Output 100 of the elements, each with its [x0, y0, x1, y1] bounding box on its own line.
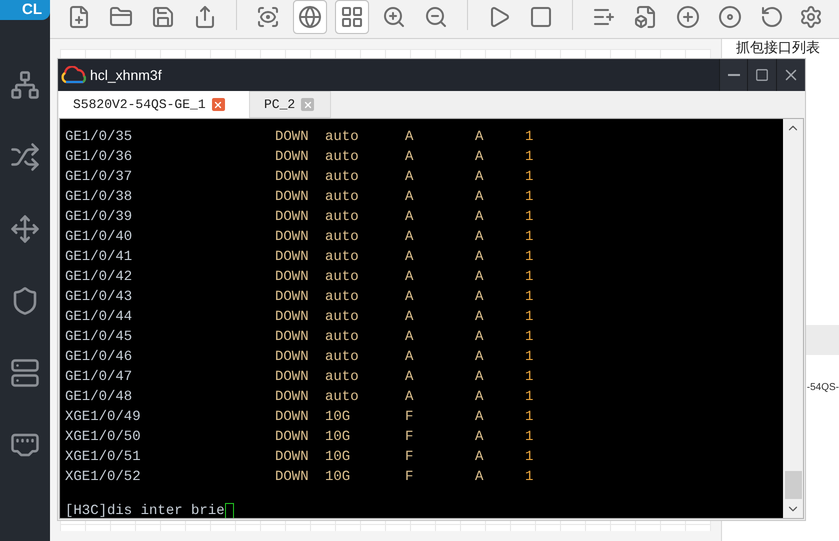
terminal-text: auto: [325, 328, 360, 347]
terminal-text: auto: [325, 288, 360, 307]
view-icon: [256, 5, 280, 29]
globe-icon: [298, 5, 322, 29]
terminal-text: GE1/0/41: [65, 248, 134, 267]
disc-icon: [718, 5, 742, 29]
topology-icon[interactable]: [10, 70, 40, 100]
interface-item[interactable]: -54QS-: [806, 380, 839, 395]
terminal-text: F: [405, 408, 414, 427]
scroll-thumb[interactable]: [784, 471, 802, 499]
maximize-icon: [755, 68, 769, 82]
terminal-text: A: [475, 368, 484, 387]
terminal-text: A: [475, 168, 484, 187]
terminal-text: GE1/0/48: [65, 388, 134, 407]
terminal-text: 10G: [325, 468, 352, 487]
terminal-text: 1: [525, 148, 534, 167]
settings-icon[interactable]: [799, 5, 823, 29]
terminal-text: A: [475, 428, 484, 447]
terminal-text: A: [475, 268, 484, 287]
terminal-text: A: [405, 308, 414, 327]
terminal-text: GE1/0/38: [65, 188, 134, 207]
terminal-text: DOWN: [275, 368, 310, 387]
terminal-text: 1: [525, 168, 534, 187]
toolbar-button[interactable]: [293, 0, 327, 34]
toolbar-button[interactable]: [335, 0, 369, 34]
terminal-text: DOWN: [275, 148, 310, 167]
terminal-text: auto: [325, 348, 360, 367]
terminal-text: A: [475, 148, 484, 167]
server-icon[interactable]: [10, 358, 40, 388]
terminal-text: DOWN: [275, 288, 310, 307]
terminal-text: auto: [325, 248, 360, 267]
terminal-text: auto: [325, 208, 360, 227]
terminal-text: 1: [525, 228, 534, 247]
terminal-text: A: [475, 388, 484, 407]
terminal-text: A: [475, 248, 484, 267]
terminal-text: A: [475, 208, 484, 227]
logo: CL: [0, 0, 50, 20]
terminal-text: DOWN: [275, 328, 310, 347]
terminal-text: auto: [325, 148, 360, 167]
terminal-text: A: [475, 228, 484, 247]
terminal-text: auto: [325, 128, 360, 147]
terminal-text: auto: [325, 188, 360, 207]
terminal-text: XGE1/0/51: [65, 448, 142, 467]
terminal-text: 1: [525, 248, 534, 267]
terminal-text: DOWN: [275, 448, 310, 467]
terminal-text: A: [405, 248, 414, 267]
page-add-icon: [634, 5, 658, 29]
terminal-text: auto: [325, 268, 360, 287]
save-icon: [151, 5, 175, 29]
terminal-text: 10G: [325, 408, 352, 427]
tab[interactable]: PC_2: [249, 91, 331, 118]
terminal-text: 1: [525, 408, 534, 427]
terminal-text: A: [475, 468, 484, 487]
terminal-text: auto: [325, 168, 360, 187]
cursor: [224, 503, 234, 518]
terminal-text: auto: [325, 228, 360, 247]
terminal-text: XGE1/0/50: [65, 428, 142, 447]
terminal-text: 1: [525, 188, 534, 207]
shuffle-icon[interactable]: [10, 142, 40, 172]
circle-add-icon: [676, 5, 700, 29]
terminal-text: F: [405, 468, 414, 487]
zoom-out-icon: [424, 5, 448, 29]
tab[interactable]: S5820V2-54QS-GE_1: [59, 91, 249, 118]
minimize-icon: [728, 74, 740, 76]
maximize-button[interactable]: [747, 59, 776, 91]
terminal-text: auto: [325, 388, 360, 407]
terminal-text: 1: [525, 128, 534, 147]
terminal-text: GE1/0/46: [65, 348, 134, 367]
terminal-text: DOWN: [275, 228, 310, 247]
cloud-icon: [60, 66, 88, 84]
terminal-text: GE1/0/36: [65, 148, 134, 167]
command-prompt: [H3C]dis inter brie: [65, 502, 225, 518]
zoom-in-icon: [382, 5, 406, 29]
move-icon[interactable]: [10, 214, 40, 244]
terminal-text: DOWN: [275, 128, 310, 147]
minimize-button[interactable]: [719, 59, 747, 91]
terminal-text: 10G: [325, 448, 352, 467]
terminal-text: A: [475, 348, 484, 367]
folder-icon: [109, 5, 133, 29]
terminal-text: GE1/0/39: [65, 208, 134, 227]
terminal-text: DOWN: [275, 428, 310, 447]
stop-icon: [529, 5, 553, 29]
terminal-text: F: [405, 428, 414, 447]
terminal-text: A: [405, 268, 414, 287]
terminal-text: DOWN: [275, 468, 310, 487]
terminal-text: GE1/0/45: [65, 328, 134, 347]
terminal-text: XGE1/0/49: [65, 408, 142, 427]
terminal-text: GE1/0/37: [65, 168, 134, 187]
close-button[interactable]: [776, 59, 805, 91]
terminal-text: A: [405, 328, 414, 347]
terminal-text: A: [405, 128, 414, 147]
terminal-text: DOWN: [275, 348, 310, 367]
tab-close-icon[interactable]: [212, 98, 225, 111]
terminal-text: A: [475, 308, 484, 327]
terminal-text: A: [405, 208, 414, 227]
terminal-text: A: [405, 348, 414, 367]
terminal-text: A: [475, 288, 484, 307]
terminal-text: A: [475, 448, 484, 467]
terminal-text: A: [405, 288, 414, 307]
terminal-text: XGE1/0/52: [65, 468, 142, 487]
